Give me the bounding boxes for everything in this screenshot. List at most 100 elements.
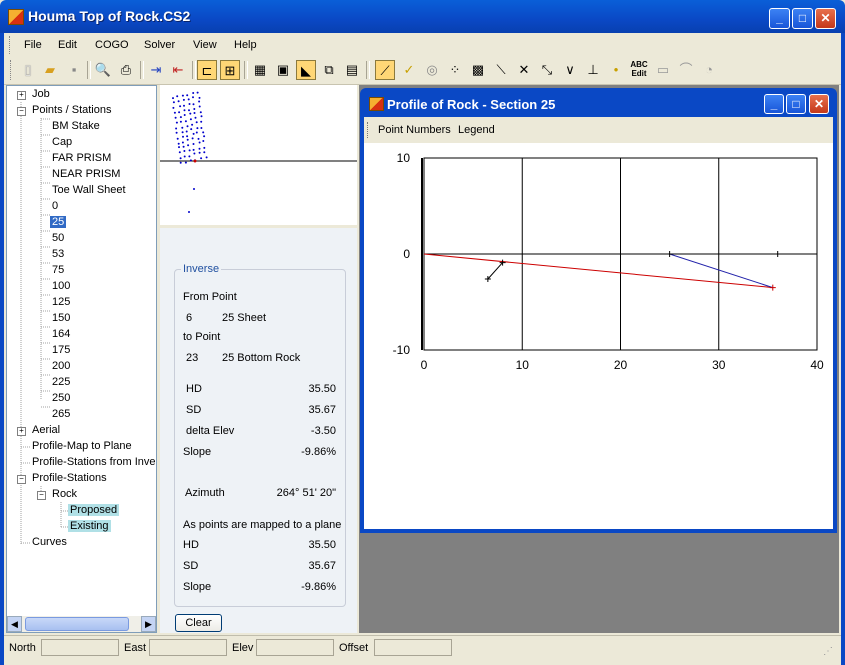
new-file-icon[interactable]: ▯ bbox=[18, 60, 38, 80]
maximize-button[interactable]: □ bbox=[792, 8, 813, 29]
window-icon[interactable]: ▣ bbox=[273, 60, 293, 80]
copy-window-icon[interactable]: ⧉ bbox=[319, 60, 339, 80]
tree-item-point[interactable]: NEAR PRISM bbox=[52, 168, 120, 180]
azimuth-label: Azimuth bbox=[185, 487, 225, 499]
plan-survey-point bbox=[183, 155, 186, 158]
circle-icon[interactable]: ◔ bbox=[699, 60, 719, 80]
expand-aerial-icon[interactable]: + bbox=[17, 427, 26, 436]
zoom-extents-icon[interactable]: ⊞ bbox=[220, 60, 240, 80]
tree-item-point[interactable]: 164 bbox=[52, 328, 70, 340]
plan-survey-point bbox=[199, 111, 202, 114]
tree-item-point[interactable]: 225 bbox=[52, 376, 70, 388]
tree-view-icon[interactable]: ⊏ bbox=[197, 60, 217, 80]
collapse-rock-icon[interactable]: − bbox=[37, 491, 46, 500]
expand-job-icon[interactable]: + bbox=[17, 91, 26, 100]
point-icon[interactable]: • bbox=[606, 60, 626, 80]
menu-edit[interactable]: Edit bbox=[58, 39, 77, 51]
tree-item-job[interactable]: Job bbox=[32, 88, 50, 100]
tree-item-rock[interactable]: Rock bbox=[52, 488, 77, 500]
grid-icon[interactable]: ▦ bbox=[250, 60, 270, 80]
menu-solver[interactable]: Solver bbox=[144, 39, 175, 51]
scroll-left-icon[interactable]: ◀ bbox=[7, 616, 22, 632]
tree-item-point[interactable]: Toe Wall Sheet bbox=[52, 184, 126, 196]
profile-window-icon[interactable] bbox=[369, 97, 384, 111]
tree-item-aerial[interactable]: Aerial bbox=[32, 424, 60, 436]
shape-icon[interactable]: ▭ bbox=[653, 60, 673, 80]
clear-button[interactable]: Clear bbox=[175, 614, 222, 632]
profile-chart[interactable]: 0 10 20 30 40 10 0 -10 bbox=[364, 143, 833, 529]
tree-item-point[interactable]: 75 bbox=[52, 264, 64, 276]
distance-icon[interactable]: ⤡ bbox=[537, 60, 557, 80]
scroll-right-icon[interactable]: ▶ bbox=[141, 616, 156, 632]
angle-icon[interactable]: ∨ bbox=[560, 60, 580, 80]
plan-survey-point bbox=[175, 131, 178, 134]
tree-item-curves[interactable]: Curves bbox=[32, 536, 67, 548]
import-icon[interactable]: ⇥ bbox=[146, 60, 166, 80]
grid-points-icon[interactable]: ▩ bbox=[468, 60, 488, 80]
menu-view[interactable]: View bbox=[193, 39, 217, 51]
project-tree[interactable]: + Job − Points / Stations BM Stake Cap F… bbox=[6, 85, 157, 633]
perpendicular-icon[interactable]: ⊥ bbox=[583, 60, 603, 80]
open-folder-icon[interactable]: ▰ bbox=[40, 60, 60, 80]
points-icon[interactable]: ⁘ bbox=[445, 60, 465, 80]
tree-item-point[interactable]: 125 bbox=[52, 296, 70, 308]
point-numbers-button[interactable]: Point Numbers bbox=[378, 124, 451, 136]
tree-item-point[interactable]: 150 bbox=[52, 312, 70, 324]
tree-item-point[interactable]: 265 bbox=[52, 408, 70, 420]
print-icon[interactable]: ⎙ bbox=[116, 60, 136, 80]
measure-icon[interactable]: ⟋ bbox=[375, 60, 395, 80]
profile-maximize-button[interactable]: □ bbox=[786, 94, 806, 114]
line-icon[interactable]: ⟍ bbox=[491, 60, 511, 80]
plan-survey-point bbox=[183, 109, 186, 112]
check-icon[interactable]: ✓ bbox=[399, 60, 419, 80]
print-preview-icon[interactable]: 🔍 bbox=[93, 60, 113, 80]
tree-item-profile-stations-inverse[interactable]: Profile-Stations from Invers bbox=[32, 456, 156, 468]
save-icon[interactable]: ▪ bbox=[64, 60, 84, 80]
status-offset-field bbox=[374, 639, 452, 656]
tree-item-point[interactable]: 200 bbox=[52, 360, 70, 372]
app-icon[interactable] bbox=[8, 9, 24, 25]
menu-help[interactable]: Help bbox=[234, 39, 257, 51]
profile-minimize-button[interactable]: _ bbox=[764, 94, 784, 114]
collapse-points-icon[interactable]: − bbox=[17, 107, 26, 116]
tree-item-point[interactable]: BM Stake bbox=[52, 120, 100, 132]
arc-icon[interactable]: ⌒ bbox=[676, 60, 696, 80]
close-button[interactable]: ✕ bbox=[815, 8, 836, 29]
layout-icon[interactable]: ▤ bbox=[342, 60, 362, 80]
scroll-thumb[interactable] bbox=[25, 617, 129, 631]
export-icon[interactable]: ⇤ bbox=[168, 60, 188, 80]
intersect-icon[interactable]: ✕ bbox=[514, 60, 534, 80]
plan-view[interactable] bbox=[160, 85, 357, 228]
tree-item-profile-map[interactable]: Profile-Map to Plane bbox=[32, 440, 132, 452]
abc-edit-icon[interactable]: ABC Edit bbox=[628, 60, 650, 80]
tree-item-point[interactable]: 175 bbox=[52, 344, 70, 356]
collapse-profile-stations-icon[interactable]: − bbox=[17, 475, 26, 484]
plan-survey-point bbox=[186, 138, 189, 141]
menu-file[interactable]: File bbox=[24, 39, 42, 51]
plan-survey-point bbox=[193, 152, 196, 155]
plan-survey-point bbox=[178, 146, 180, 149]
legend-button[interactable]: Legend bbox=[458, 124, 495, 136]
tree-item-point[interactable]: 100 bbox=[52, 280, 70, 292]
tree-item-point[interactable]: 50 bbox=[52, 232, 64, 244]
plan-survey-point bbox=[179, 120, 182, 123]
resize-grip-icon[interactable]: ⋰ bbox=[823, 646, 835, 658]
toolbar-separator bbox=[87, 61, 91, 79]
tree-item-point[interactable]: 53 bbox=[52, 248, 64, 260]
tree-item-profile-stations[interactable]: Profile-Stations bbox=[32, 472, 107, 484]
minimize-button[interactable]: _ bbox=[769, 8, 790, 29]
tree-item-proposed[interactable]: Proposed bbox=[68, 504, 120, 516]
plan-survey-point bbox=[200, 157, 203, 160]
tree-item-existing[interactable]: Existing bbox=[68, 520, 111, 532]
tree-horizontal-scrollbar[interactable]: ◀ ▶ bbox=[7, 616, 156, 632]
target-icon[interactable]: ◎ bbox=[422, 60, 442, 80]
profile-close-button[interactable]: ✕ bbox=[809, 94, 829, 114]
tree-item-point-selected[interactable]: 25 bbox=[50, 216, 67, 228]
tree-item-point[interactable]: 250 bbox=[52, 392, 70, 404]
tree-item-points-stations[interactable]: Points / Stations bbox=[32, 104, 112, 116]
tree-item-point[interactable]: 0 bbox=[52, 200, 58, 212]
tree-item-point[interactable]: Cap bbox=[52, 136, 72, 148]
profile-icon[interactable]: ◣ bbox=[296, 60, 316, 80]
menu-cogo[interactable]: COGO bbox=[95, 39, 129, 51]
tree-item-point[interactable]: FAR PRISM bbox=[52, 152, 111, 164]
